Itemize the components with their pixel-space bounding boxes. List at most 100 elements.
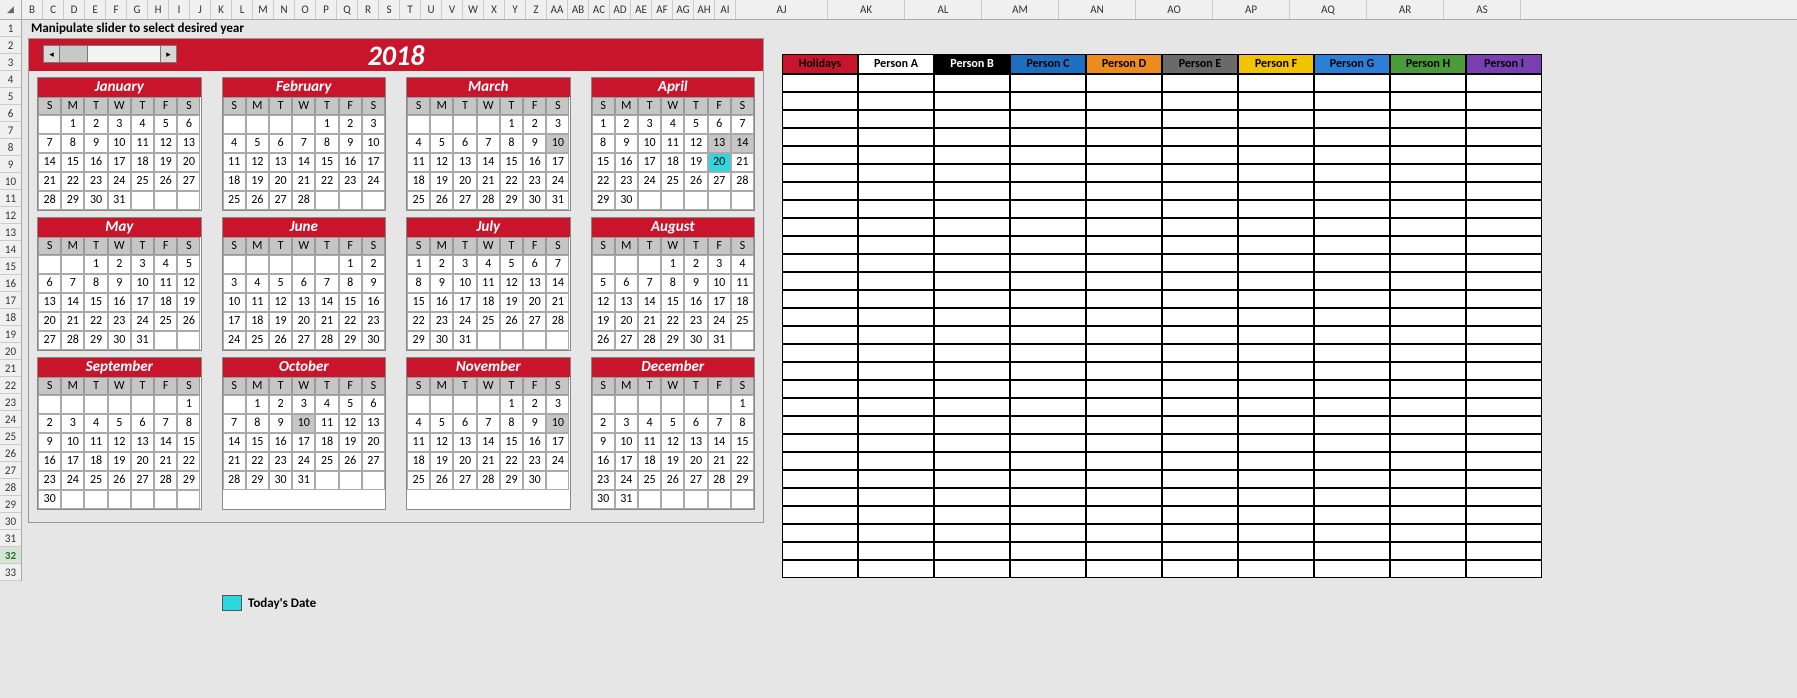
calendar-day[interactable]: 17 bbox=[108, 153, 131, 172]
calendar-day[interactable] bbox=[453, 115, 476, 134]
calendar-day[interactable]: 17 bbox=[292, 433, 315, 452]
table-cell[interactable] bbox=[1466, 272, 1542, 290]
table-cell[interactable] bbox=[858, 272, 934, 290]
table-cell[interactable] bbox=[858, 380, 934, 398]
table-cell[interactable] bbox=[1390, 290, 1466, 308]
table-cell[interactable] bbox=[1162, 560, 1238, 578]
calendar-day[interactable] bbox=[407, 395, 430, 414]
calendar-day[interactable]: 4 bbox=[246, 274, 269, 293]
table-cell[interactable] bbox=[1010, 254, 1086, 272]
calendar-day[interactable]: 18 bbox=[154, 293, 177, 312]
table-cell[interactable] bbox=[1162, 434, 1238, 452]
row-header[interactable]: 26 bbox=[0, 445, 21, 462]
calendar-day[interactable] bbox=[592, 395, 615, 414]
calendar-day[interactable]: 9 bbox=[615, 134, 638, 153]
table-cell[interactable] bbox=[782, 452, 858, 470]
calendar-day[interactable]: 19 bbox=[592, 312, 615, 331]
table-cell[interactable] bbox=[934, 380, 1010, 398]
col-header[interactable]: AR bbox=[1367, 0, 1444, 19]
calendar-day[interactable]: 3 bbox=[546, 115, 569, 134]
table-cell[interactable] bbox=[858, 146, 934, 164]
table-cell[interactable] bbox=[1010, 362, 1086, 380]
calendar-day[interactable]: 8 bbox=[339, 274, 362, 293]
table-cell[interactable] bbox=[1238, 74, 1314, 92]
calendar-day[interactable]: 21 bbox=[546, 293, 569, 312]
table-cell[interactable] bbox=[1086, 380, 1162, 398]
table-cell[interactable] bbox=[1314, 272, 1390, 290]
row-header[interactable]: 24 bbox=[0, 411, 21, 428]
calendar-day[interactable]: 4 bbox=[638, 414, 661, 433]
calendar-day[interactable] bbox=[154, 490, 177, 509]
table-cell[interactable] bbox=[934, 290, 1010, 308]
calendar-day[interactable]: 11 bbox=[131, 134, 154, 153]
table-cell[interactable] bbox=[1314, 542, 1390, 560]
table-cell[interactable] bbox=[1390, 182, 1466, 200]
col-header[interactable]: L bbox=[232, 0, 253, 19]
calendar-day[interactable]: 17 bbox=[638, 153, 661, 172]
calendar-day[interactable]: 4 bbox=[407, 414, 430, 433]
calendar-day[interactable]: 24 bbox=[546, 452, 569, 471]
table-cell[interactable] bbox=[1162, 542, 1238, 560]
calendar-day[interactable] bbox=[223, 395, 246, 414]
col-header[interactable]: AA bbox=[547, 0, 568, 19]
slider-left-button[interactable]: ◂ bbox=[44, 46, 60, 62]
table-cell[interactable] bbox=[1390, 110, 1466, 128]
table-cell[interactable] bbox=[1086, 416, 1162, 434]
table-cell[interactable] bbox=[1086, 326, 1162, 344]
calendar-day[interactable] bbox=[339, 471, 362, 490]
table-cell[interactable] bbox=[1086, 272, 1162, 290]
row-header[interactable]: 33 bbox=[0, 564, 21, 581]
calendar-day[interactable]: 14 bbox=[61, 293, 84, 312]
table-cell[interactable] bbox=[858, 92, 934, 110]
row-header[interactable]: 18 bbox=[0, 309, 21, 326]
calendar-day[interactable]: 30 bbox=[108, 331, 131, 350]
table-cell[interactable] bbox=[1162, 452, 1238, 470]
calendar-day[interactable]: 2 bbox=[684, 255, 707, 274]
table-cell[interactable] bbox=[1086, 110, 1162, 128]
calendar-day[interactable]: 24 bbox=[61, 471, 84, 490]
calendar-day[interactable]: 10 bbox=[453, 274, 476, 293]
worksheet-area[interactable]: Manipulate slider to select desired year… bbox=[22, 20, 1797, 581]
calendar-day[interactable] bbox=[38, 255, 61, 274]
col-header[interactable]: AF bbox=[652, 0, 673, 19]
table-cell[interactable] bbox=[1314, 146, 1390, 164]
row-header[interactable]: 2 bbox=[0, 37, 21, 54]
table-cell[interactable] bbox=[1010, 218, 1086, 236]
table-cell[interactable] bbox=[1162, 470, 1238, 488]
calendar-day[interactable]: 19 bbox=[684, 153, 707, 172]
calendar-day[interactable]: 24 bbox=[708, 312, 731, 331]
calendar-day[interactable]: 10 bbox=[61, 433, 84, 452]
table-cell[interactable] bbox=[1314, 470, 1390, 488]
calendar-day[interactable]: 9 bbox=[430, 274, 453, 293]
calendar-day[interactable]: 10 bbox=[708, 274, 731, 293]
calendar-day[interactable]: 11 bbox=[407, 433, 430, 452]
table-cell[interactable] bbox=[1238, 344, 1314, 362]
calendar-day[interactable]: 28 bbox=[154, 471, 177, 490]
table-cell[interactable] bbox=[1238, 470, 1314, 488]
row-header[interactable]: 15 bbox=[0, 258, 21, 275]
calendar-day[interactable]: 29 bbox=[61, 191, 84, 210]
calendar-day[interactable]: 23 bbox=[108, 312, 131, 331]
col-header[interactable]: N bbox=[274, 0, 295, 19]
calendar-day[interactable]: 30 bbox=[684, 331, 707, 350]
calendar-day[interactable]: 28 bbox=[61, 331, 84, 350]
calendar-day[interactable]: 3 bbox=[638, 115, 661, 134]
calendar-day[interactable]: 5 bbox=[430, 134, 453, 153]
calendar-day[interactable]: 26 bbox=[500, 312, 523, 331]
table-cell[interactable] bbox=[1238, 308, 1314, 326]
calendar-day[interactable]: 13 bbox=[453, 433, 476, 452]
calendar-day[interactable]: 13 bbox=[684, 433, 707, 452]
calendar-day[interactable]: 19 bbox=[269, 312, 292, 331]
row-header[interactable]: 3 bbox=[0, 54, 21, 71]
table-cell[interactable] bbox=[1162, 326, 1238, 344]
calendar-day[interactable]: 21 bbox=[154, 452, 177, 471]
calendar-day[interactable]: 10 bbox=[223, 293, 246, 312]
table-cell[interactable] bbox=[782, 200, 858, 218]
table-cell[interactable] bbox=[1314, 182, 1390, 200]
table-cell[interactable] bbox=[1238, 524, 1314, 542]
table-cell[interactable] bbox=[1314, 488, 1390, 506]
calendar-day[interactable]: 28 bbox=[546, 312, 569, 331]
calendar-day[interactable] bbox=[315, 255, 338, 274]
calendar-day[interactable]: 21 bbox=[477, 172, 500, 191]
calendar-day[interactable]: 17 bbox=[546, 153, 569, 172]
